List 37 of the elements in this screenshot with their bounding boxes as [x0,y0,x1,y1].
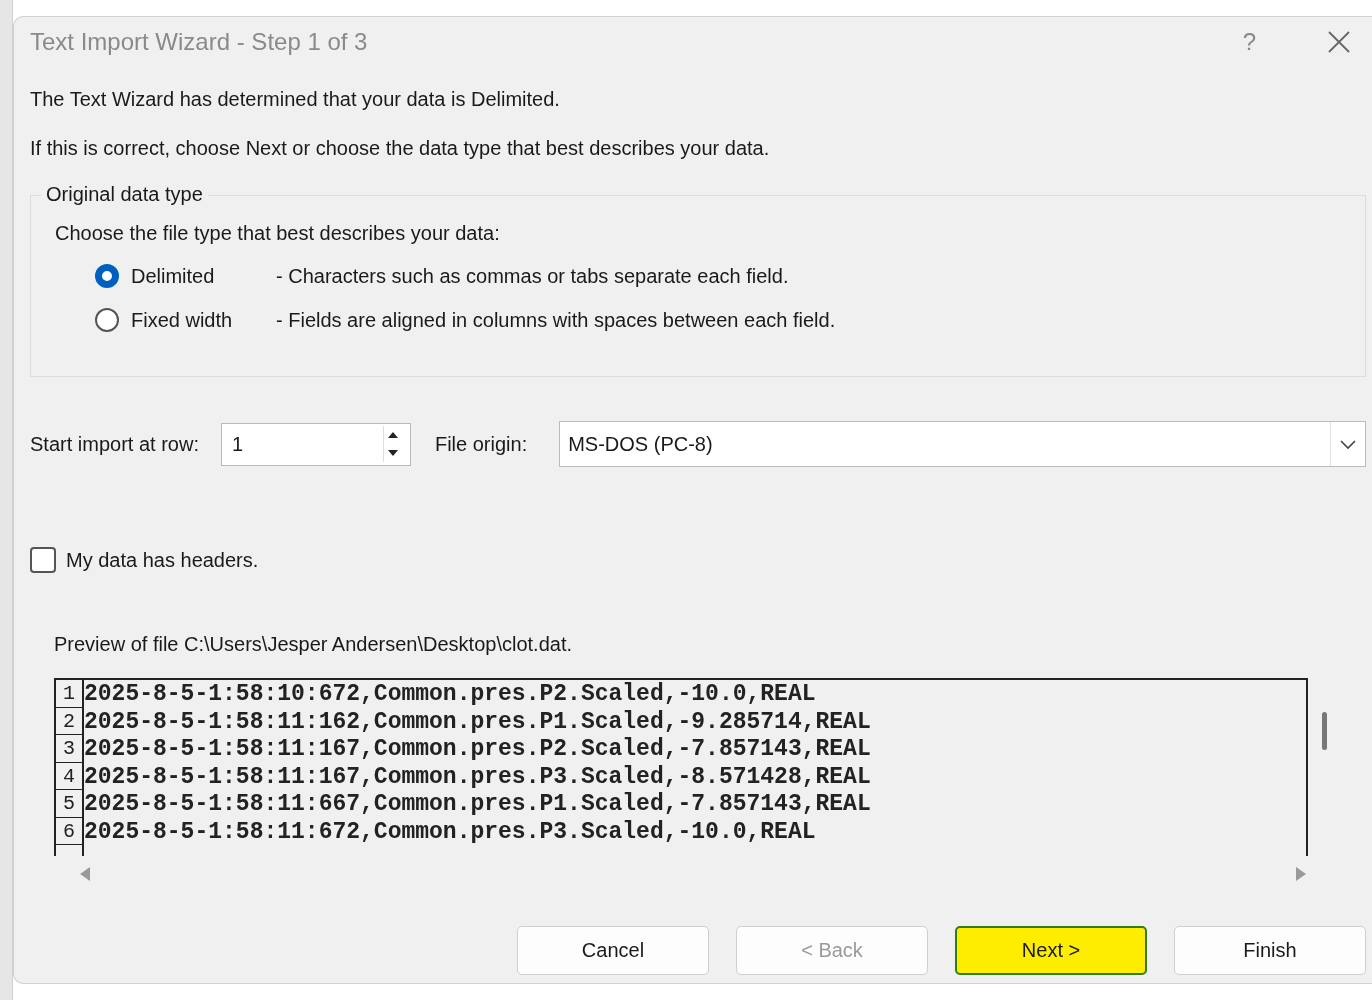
line-number: 3 [56,735,84,763]
file-origin-dropdown[interactable]: MS-DOS (PC-8) [559,421,1366,467]
start-row-label: Start import at row: [30,432,199,456]
line-number: 5 [56,790,84,818]
start-row-spinner[interactable]: 1 [220,422,411,466]
preview-label: Preview of file C:\Users\Jesper Andersen\Desktop\clot.dat. [54,633,573,656]
dialog-button[interactable]: Next > [955,926,1147,975]
option-description: - Characters such as commas or tabs separate each field. [276,264,789,288]
radio-button[interactable] [95,308,119,332]
window-title: Text Import Wizard - Step 1 of 3 [30,28,369,56]
preview-line: 2025-8-5-1:58:10:672,Common.pres.P2.Scaled,-10.0,REAL [84,680,816,708]
line-number: 6 [56,817,84,845]
preview-line: 2025-8-5-1:58:11:162,Common.pres.P1.Scaled,-9.285714,REAL [84,707,871,735]
radio-label[interactable]: Fixed width [131,308,276,332]
preview-line: 2025-8-5-1:58:11:672,Common.pres.P3.Scaled,-10.0,REAL [84,817,816,845]
radio-button[interactable] [95,264,119,288]
scrollbar-thumb[interactable] [1322,712,1327,750]
intro-text: The Text Wizard has determined that your data is Delimited. [30,87,561,112]
intro-text: If this is correct, choose Next or choose the data type that best describes your data. [30,136,771,161]
option-description: - Fields are aligned in columns with spaces between each field. [276,308,836,332]
close-icon [1328,31,1350,53]
close-button[interactable] [1328,31,1350,53]
dialog-button[interactable]: Finish [1174,926,1366,975]
preview-line: 2025-8-5-1:58:11:667,Common.pres.P1.Scaled,-7.857143,REAL [84,790,871,818]
file-origin-label: File origin: [434,432,528,456]
radio-label[interactable]: Delimited [131,264,276,288]
line-number: 1 [56,680,84,708]
line-number: 4 [56,762,84,790]
group-legend: Original data type [41,183,208,206]
checkbox[interactable] [30,547,56,573]
checkbox-label[interactable]: My data has headers. [66,548,259,572]
line-number: 2 [56,707,84,735]
group-prompt: Choose the file type that best describes your data: [55,222,501,246]
preview-line: 2025-8-5-1:58:11:167,Common.pres.P2.Scaled,-7.857143,REAL [84,735,871,763]
chevron-down-icon [1339,438,1357,450]
preview-line: 2025-8-5-1:58:11:167,Common.pres.P3.Scaled,-8.571428,REAL [84,762,871,790]
dialog-button[interactable]: Cancel [517,926,709,975]
